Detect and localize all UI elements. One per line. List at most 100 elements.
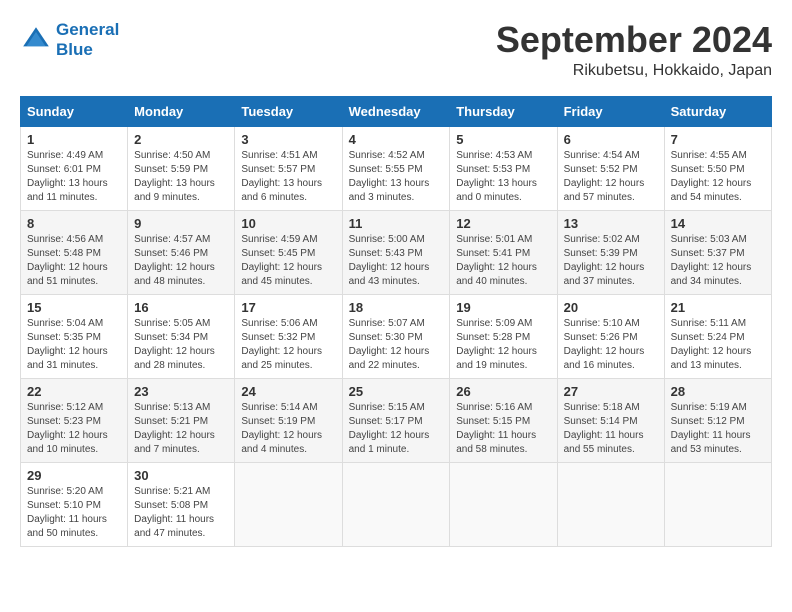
day-number: 7 <box>671 132 765 147</box>
calendar-cell <box>235 462 342 546</box>
calendar-week-1: 1Sunrise: 4:49 AM Sunset: 6:01 PM Daylig… <box>21 126 772 210</box>
day-number: 20 <box>564 300 658 315</box>
calendar-cell <box>664 462 771 546</box>
day-info: Sunrise: 4:49 AM Sunset: 6:01 PM Dayligh… <box>27 149 121 205</box>
day-info: Sunrise: 4:56 AM Sunset: 5:48 PM Dayligh… <box>27 233 121 289</box>
calendar-week-2: 8 Sunrise: 4:56 AM Sunset: 5:48 PM Daylig… <box>21 210 772 294</box>
day-number: 2 <box>134 132 228 147</box>
day-info: Sunrise: 5:20 AM Sunset: 5:10 PM Dayligh… <box>27 485 121 541</box>
calendar-cell <box>450 462 557 546</box>
day-number: 13 <box>564 216 658 231</box>
day-number: 6 <box>564 132 658 147</box>
calendar-cell: 6Sunrise: 4:54 AM Sunset: 5:52 PM Daylig… <box>557 126 664 210</box>
calendar-cell: 21Sunrise: 5:11 AM Sunset: 5:24 PM Dayli… <box>664 294 771 378</box>
day-info: Sunrise: 5:05 AM Sunset: 5:34 PM Dayligh… <box>134 317 228 373</box>
calendar-week-3: 15 Sunrise: 5:04 AM Sunset: 5:35 PM Dayli… <box>21 294 772 378</box>
calendar-cell: 9 Sunrise: 4:57 AM Sunset: 5:46 PM Daylig… <box>128 210 235 294</box>
day-number: 18 <box>349 300 444 315</box>
calendar-cell: 17Sunrise: 5:06 AM Sunset: 5:32 PM Dayli… <box>235 294 342 378</box>
day-number: 10 <box>241 216 335 231</box>
day-number: 27 <box>564 384 658 399</box>
weekday-header-row: SundayMondayTuesdayWednesdayThursdayFrid… <box>21 96 772 126</box>
day-info: Sunrise: 4:55 AM Sunset: 5:50 PM Dayligh… <box>671 149 765 205</box>
calendar-cell: 28 Sunrise: 5:19 AM Sunset: 5:12 PM Dayli… <box>664 378 771 462</box>
day-number: 11 <box>349 216 444 231</box>
day-number: 28 <box>671 384 765 399</box>
day-info: Sunrise: 4:50 AM Sunset: 5:59 PM Dayligh… <box>134 149 228 205</box>
calendar-cell: 3 Sunrise: 4:51 AM Sunset: 5:57 PM Daylig… <box>235 126 342 210</box>
calendar-cell: 20 Sunrise: 5:10 AM Sunset: 5:26 PM Dayli… <box>557 294 664 378</box>
logo: General Blue <box>20 20 119 59</box>
calendar: SundayMondayTuesdayWednesdayThursdayFrid… <box>20 96 772 547</box>
day-info: Sunrise: 5:21 AM Sunset: 5:08 PM Dayligh… <box>134 485 228 541</box>
calendar-cell: 10 Sunrise: 4:59 AM Sunset: 5:45 PM Dayli… <box>235 210 342 294</box>
logo-text: General Blue <box>56 20 119 59</box>
month-title: September 2024 <box>496 20 772 60</box>
calendar-cell: 18 Sunrise: 5:07 AM Sunset: 5:30 PM Dayli… <box>342 294 450 378</box>
day-info: Sunrise: 5:15 AM Sunset: 5:17 PM Dayligh… <box>349 401 444 457</box>
weekday-header-tuesday: Tuesday <box>235 96 342 126</box>
calendar-cell: 5Sunrise: 4:53 AM Sunset: 5:53 PM Daylig… <box>450 126 557 210</box>
calendar-cell: 29 Sunrise: 5:20 AM Sunset: 5:10 PM Dayli… <box>21 462 128 546</box>
day-info: Sunrise: 5:09 AM Sunset: 5:28 PM Dayligh… <box>456 317 550 373</box>
day-number: 30 <box>134 468 228 483</box>
day-info: Sunrise: 5:00 AM Sunset: 5:43 PM Dayligh… <box>349 233 444 289</box>
day-number: 15 <box>27 300 121 315</box>
day-number: 14 <box>671 216 765 231</box>
calendar-cell: 27 Sunrise: 5:18 AM Sunset: 5:14 PM Dayli… <box>557 378 664 462</box>
calendar-cell: 19 Sunrise: 5:09 AM Sunset: 5:28 PM Dayli… <box>450 294 557 378</box>
calendar-week-4: 22 Sunrise: 5:12 AM Sunset: 5:23 PM Dayli… <box>21 378 772 462</box>
day-number: 29 <box>27 468 121 483</box>
logo-icon <box>20 24 52 56</box>
calendar-cell: 2 Sunrise: 4:50 AM Sunset: 5:59 PM Daylig… <box>128 126 235 210</box>
day-number: 8 <box>27 216 121 231</box>
calendar-cell: 22 Sunrise: 5:12 AM Sunset: 5:23 PM Dayli… <box>21 378 128 462</box>
day-info: Sunrise: 5:19 AM Sunset: 5:12 PM Dayligh… <box>671 401 765 457</box>
calendar-cell: 8 Sunrise: 4:56 AM Sunset: 5:48 PM Daylig… <box>21 210 128 294</box>
calendar-cell: 24 Sunrise: 5:14 AM Sunset: 5:19 PM Dayli… <box>235 378 342 462</box>
day-number: 3 <box>241 132 335 147</box>
day-number: 4 <box>349 132 444 147</box>
day-info: Sunrise: 5:12 AM Sunset: 5:23 PM Dayligh… <box>27 401 121 457</box>
calendar-cell: 15 Sunrise: 5:04 AM Sunset: 5:35 PM Dayli… <box>21 294 128 378</box>
day-number: 9 <box>134 216 228 231</box>
calendar-cell: 23 Sunrise: 5:13 AM Sunset: 5:21 PM Dayli… <box>128 378 235 462</box>
weekday-header-sunday: Sunday <box>21 96 128 126</box>
day-info: Sunrise: 5:13 AM Sunset: 5:21 PM Dayligh… <box>134 401 228 457</box>
day-number: 5 <box>456 132 550 147</box>
calendar-cell: 4 Sunrise: 4:52 AM Sunset: 5:55 PM Daylig… <box>342 126 450 210</box>
day-number: 24 <box>241 384 335 399</box>
day-number: 16 <box>134 300 228 315</box>
weekday-header-saturday: Saturday <box>664 96 771 126</box>
location-title: Rikubetsu, Hokkaido, Japan <box>496 62 772 80</box>
day-info: Sunrise: 4:52 AM Sunset: 5:55 PM Dayligh… <box>349 149 444 205</box>
calendar-cell <box>342 462 450 546</box>
day-info: Sunrise: 5:03 AM Sunset: 5:37 PM Dayligh… <box>671 233 765 289</box>
day-info: Sunrise: 5:06 AM Sunset: 5:32 PM Dayligh… <box>241 317 335 373</box>
day-info: Sunrise: 4:57 AM Sunset: 5:46 PM Dayligh… <box>134 233 228 289</box>
day-info: Sunrise: 5:16 AM Sunset: 5:15 PM Dayligh… <box>456 401 550 457</box>
weekday-header-wednesday: Wednesday <box>342 96 450 126</box>
day-info: Sunrise: 5:07 AM Sunset: 5:30 PM Dayligh… <box>349 317 444 373</box>
weekday-header-monday: Monday <box>128 96 235 126</box>
day-number: 21 <box>671 300 765 315</box>
day-number: 25 <box>349 384 444 399</box>
day-info: Sunrise: 4:59 AM Sunset: 5:45 PM Dayligh… <box>241 233 335 289</box>
day-info: Sunrise: 5:18 AM Sunset: 5:14 PM Dayligh… <box>564 401 658 457</box>
calendar-cell: 13Sunrise: 5:02 AM Sunset: 5:39 PM Dayli… <box>557 210 664 294</box>
calendar-cell: 25 Sunrise: 5:15 AM Sunset: 5:17 PM Dayli… <box>342 378 450 462</box>
calendar-cell: 26Sunrise: 5:16 AM Sunset: 5:15 PM Dayli… <box>450 378 557 462</box>
calendar-cell: 12Sunrise: 5:01 AM Sunset: 5:41 PM Dayli… <box>450 210 557 294</box>
calendar-cell: 7 Sunrise: 4:55 AM Sunset: 5:50 PM Daylig… <box>664 126 771 210</box>
day-info: Sunrise: 4:51 AM Sunset: 5:57 PM Dayligh… <box>241 149 335 205</box>
calendar-cell <box>557 462 664 546</box>
calendar-cell: 16 Sunrise: 5:05 AM Sunset: 5:34 PM Dayli… <box>128 294 235 378</box>
day-info: Sunrise: 5:10 AM Sunset: 5:26 PM Dayligh… <box>564 317 658 373</box>
day-info: Sunrise: 5:04 AM Sunset: 5:35 PM Dayligh… <box>27 317 121 373</box>
day-number: 23 <box>134 384 228 399</box>
day-info: Sunrise: 5:14 AM Sunset: 5:19 PM Dayligh… <box>241 401 335 457</box>
day-number: 22 <box>27 384 121 399</box>
calendar-cell: 11 Sunrise: 5:00 AM Sunset: 5:43 PM Dayli… <box>342 210 450 294</box>
day-number: 19 <box>456 300 550 315</box>
day-info: Sunrise: 5:01 AM Sunset: 5:41 PM Dayligh… <box>456 233 550 289</box>
